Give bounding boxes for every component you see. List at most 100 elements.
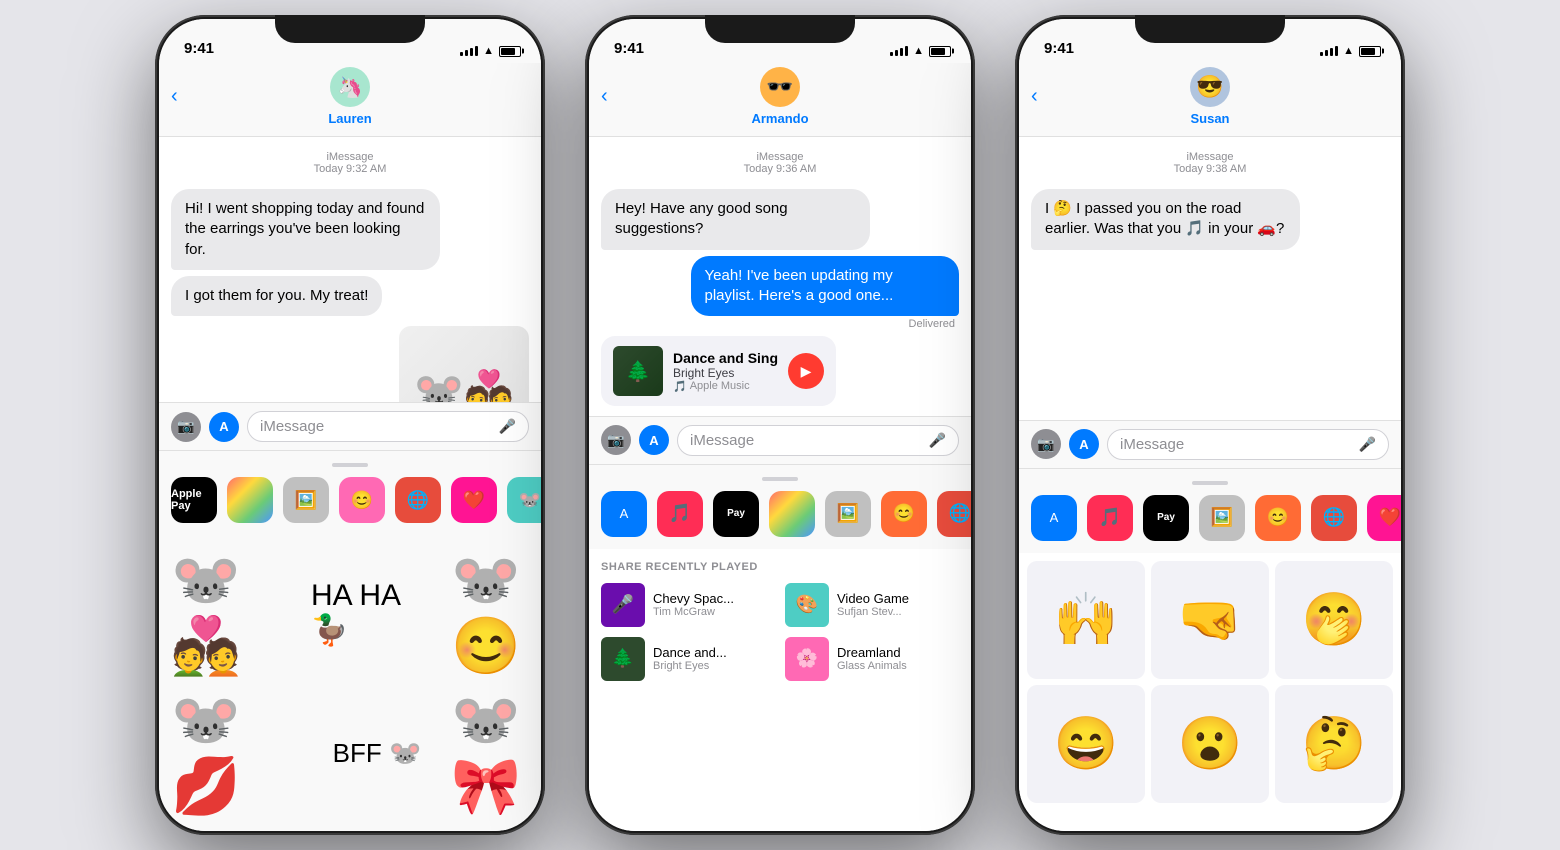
memoji-item[interactable]: 😮 xyxy=(1151,685,1269,803)
input-bar: 📷 A iMessage 🎤 xyxy=(1019,420,1401,468)
heart-icon[interactable]: ❤️ xyxy=(451,477,497,523)
contact-info: 😎 Susan xyxy=(1190,67,1230,126)
rp-thumb: 🎨 xyxy=(785,583,829,627)
memoji-item[interactable]: 🤭 xyxy=(1275,561,1393,679)
contact-info: 🕶️ Armando xyxy=(751,67,808,126)
bar3 xyxy=(470,48,473,56)
message-bubble: Hi! I went shopping today and found the … xyxy=(171,189,440,270)
apple-music-icon: 🎵 xyxy=(673,380,687,393)
music-artist: Bright Eyes xyxy=(673,366,778,380)
memoji-item[interactable]: 🙌 xyxy=(1027,561,1145,679)
contact-name[interactable]: Armando xyxy=(751,111,808,126)
rp-item[interactable]: 🌸 Dreamland Glass Animals xyxy=(785,637,959,681)
sticker-item[interactable]: 🐭💋 xyxy=(171,687,303,819)
memoji2-icon[interactable]: 😊 xyxy=(1255,495,1301,541)
photo-icon[interactable]: 🖼️ xyxy=(825,491,871,537)
mic-icon: 🎤 xyxy=(1359,436,1376,453)
input-bar: 📷 A iMessage 🎤 xyxy=(159,402,541,450)
globe-icon[interactable]: 🌐 xyxy=(1311,495,1357,541)
globe-icon[interactable]: 🌐 xyxy=(937,491,971,537)
apps-button[interactable]: A xyxy=(209,412,239,442)
rp-item[interactable]: 🎤 Chevy Spac... Tim McGraw xyxy=(601,583,775,627)
status-icons: ▲ xyxy=(890,45,951,57)
avatar: 😎 xyxy=(1190,67,1230,107)
sticker-item[interactable]: HA HA 🦆 xyxy=(311,547,443,679)
sticker-item[interactable]: 🐭💑 xyxy=(171,547,303,679)
sticker-item[interactable]: 🐭😊 xyxy=(451,547,541,679)
back-chevron-icon: ‹ xyxy=(171,85,178,108)
memoji-grid: 🙌 🤜 🤭 😄 😮 🤔 xyxy=(1027,561,1393,803)
rp-item[interactable]: 🎨 Video Game Sufjan Stev... xyxy=(785,583,959,627)
rp-item[interactable]: 🌲 Dance and... Bright Eyes xyxy=(601,637,775,681)
rainbow-icon[interactable] xyxy=(227,477,273,523)
message-row: Hi! I went shopping today and found the … xyxy=(171,189,529,270)
apple-pay-icon[interactable]: Pay xyxy=(713,491,759,537)
app-drawer-icons: A 🎵 Pay 🖼️ 😊 🌐 xyxy=(589,487,971,541)
rp-info: Dreamland Glass Animals xyxy=(837,645,907,672)
contact-name[interactable]: Susan xyxy=(1190,111,1229,126)
apple-pay-icon[interactable]: Pay xyxy=(1143,495,1189,541)
battery-icon xyxy=(1359,46,1381,57)
camera-button[interactable]: 📷 xyxy=(601,425,631,455)
back-button[interactable]: ‹ xyxy=(1031,85,1038,108)
photo-icon[interactable]: 🖼️ xyxy=(1199,495,1245,541)
chat-meta: iMessageToday 9:38 AM xyxy=(1031,151,1389,175)
rp-thumb: 🎤 xyxy=(601,583,645,627)
music-card[interactable]: 🌲 Dance and Sing Bright Eyes 🎵 Apple Mus… xyxy=(601,336,836,406)
music-service: 🎵 Apple Music xyxy=(673,380,778,393)
appstore-icon[interactable]: A xyxy=(601,491,647,537)
bar1 xyxy=(460,52,463,56)
appstore-icon[interactable]: A xyxy=(1031,495,1077,541)
message-row: Yeah! I've been updating my playlist. He… xyxy=(601,256,959,331)
message-input[interactable]: iMessage 🎤 xyxy=(677,425,959,456)
recently-played-title: SHARE RECENTLY PLAYED xyxy=(601,561,959,573)
apps-button[interactable]: A xyxy=(639,425,669,455)
signal-bars-icon xyxy=(460,46,478,56)
memoji-item[interactable]: 🤔 xyxy=(1275,685,1393,803)
apple-pay-icon[interactable]: Apple Pay xyxy=(171,477,217,523)
memoji-icon[interactable]: 😊 xyxy=(339,477,385,523)
memoji2-icon[interactable]: 😊 xyxy=(881,491,927,537)
music-icon[interactable]: 🎵 xyxy=(657,491,703,537)
rp-name: Dance and... xyxy=(653,645,727,660)
heart-icon[interactable]: ❤️ xyxy=(1367,495,1401,541)
status-icons: ▲ xyxy=(460,45,521,57)
memoji-item[interactable]: 🤜 xyxy=(1151,561,1269,679)
back-button[interactable]: ‹ xyxy=(171,85,178,108)
chat-meta: iMessageToday 9:36 AM xyxy=(601,151,959,175)
play-button[interactable]: ▶ xyxy=(788,353,824,389)
apps-button[interactable]: A xyxy=(1069,429,1099,459)
app-drawer: A 🎵 Pay 🖼️ 😊 🌐 ❤️ xyxy=(1019,468,1401,553)
music-thumbnail: 🌲 xyxy=(613,346,663,396)
back-button[interactable]: ‹ xyxy=(601,85,608,108)
wifi-icon: ▲ xyxy=(913,45,924,57)
rp-artist: Glass Animals xyxy=(837,660,907,672)
globe-icon[interactable]: 🌐 xyxy=(395,477,441,523)
camera-button[interactable]: 📷 xyxy=(1031,429,1061,459)
sticker-item[interactable]: 🐭🎀 xyxy=(451,687,541,819)
back-chevron-icon: ‹ xyxy=(601,85,608,108)
rp-name: Dreamland xyxy=(837,645,907,660)
input-placeholder: iMessage xyxy=(690,432,754,449)
notch xyxy=(1135,15,1285,43)
signal-bars-icon xyxy=(1320,46,1338,56)
camera-button[interactable]: 📷 xyxy=(171,412,201,442)
notch xyxy=(275,15,425,43)
rp-info: Video Game Sufjan Stev... xyxy=(837,591,909,618)
rainbow-icon[interactable] xyxy=(769,491,815,537)
wifi-icon: ▲ xyxy=(1343,45,1354,57)
memoji-item[interactable]: 😄 xyxy=(1027,685,1145,803)
drawer-handle xyxy=(762,477,798,481)
mickey-icon[interactable]: 🐭 xyxy=(507,477,541,523)
avatar: 🕶️ xyxy=(760,67,800,107)
photo-sticker-icon[interactable]: 🖼️ xyxy=(283,477,329,523)
message-input[interactable]: iMessage 🎤 xyxy=(247,411,529,442)
contact-name[interactable]: Lauren xyxy=(328,111,371,126)
message-input[interactable]: iMessage 🎤 xyxy=(1107,429,1389,460)
sticker-grid: 🐭💑 HA HA 🦆 🐭😊 🐭💋 BFF 🐭 🐭🎀 xyxy=(171,547,529,819)
header: ‹ 🕶️ Armando xyxy=(589,63,971,137)
music-icon[interactable]: 🎵 xyxy=(1087,495,1133,541)
mic-icon: 🎤 xyxy=(929,432,946,449)
sticker-item[interactable]: BFF 🐭 xyxy=(311,687,443,819)
chat-area: iMessageToday 9:32 AM Hi! I went shoppin… xyxy=(159,137,541,402)
